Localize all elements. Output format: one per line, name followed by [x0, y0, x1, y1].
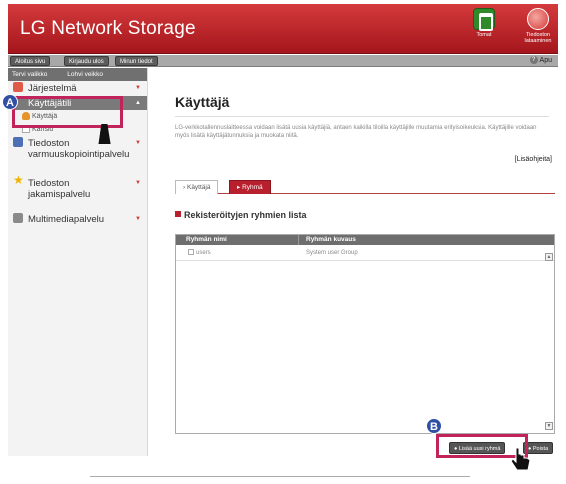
help-icon: ?	[529, 56, 538, 65]
users-label: Tomat	[476, 32, 492, 38]
sidebar-item-system[interactable]: Järjestelmä ▼	[8, 81, 147, 96]
logout-button[interactable]: Kirjaudu ulos	[64, 56, 109, 66]
row-checkbox[interactable]	[188, 249, 194, 255]
more-info-link[interactable]: [Lisäohjeita]	[515, 156, 552, 163]
chevron-up-icon: ▲	[135, 100, 141, 106]
help-link[interactable]: ? Apu	[529, 55, 552, 67]
app-title: LG Network Storage	[20, 18, 196, 39]
media-icon	[13, 213, 23, 223]
main-content: Käyttäjä LG-verkkotallennuslaitteessa vo…	[149, 68, 558, 456]
chevron-down-icon: ▼	[135, 180, 141, 186]
sidebar-item-media[interactable]: Multimediapalvelu ▼	[8, 212, 147, 226]
section-title-label: Rekisteröityjen ryhmien lista	[184, 210, 307, 220]
download-icon	[527, 8, 549, 30]
page-title: Käyttäjä	[175, 94, 230, 110]
home-button[interactable]: Aloitus sivu	[10, 56, 51, 66]
sidebar-item-label: Järjestelmä	[28, 83, 77, 94]
bullet-icon	[175, 211, 181, 217]
column-header-description[interactable]: Ryhmän kuvaus	[306, 235, 356, 245]
tab-group[interactable]: ▸ Ryhmä	[229, 180, 271, 194]
help-label: Apu	[539, 57, 552, 64]
sidebar-item-label: Tiedoston	[28, 138, 70, 149]
download-button[interactable]: Tiedoston lataaminen	[516, 8, 560, 44]
section-title: Rekisteröityjen ryhmien lista	[175, 210, 307, 220]
sidebar-item-sharing[interactable]: ★ Tiedoston jakamispalvelu ▼	[8, 173, 147, 212]
group-name: users	[196, 250, 211, 256]
group-name-cell: users	[188, 245, 211, 261]
table-row[interactable]: users System user Group	[176, 245, 554, 261]
tab-label: Käyttäjä	[186, 184, 211, 191]
scroll-down-button[interactable]: ▼	[545, 422, 553, 430]
sidebar-item-backup[interactable]: Tiedoston varmuuskopiointipalvelu ▼	[8, 136, 147, 176]
chevron-down-icon: ▼	[135, 216, 141, 222]
tab-bar: › Käyttäjä ▸ Ryhmä	[175, 180, 555, 194]
sidebar-item-label-2: jakamispalvelu	[28, 189, 91, 200]
page-description: LG-verkkotallennuslaitteessa voidaan lis…	[175, 125, 537, 139]
star-icon: ★	[13, 173, 24, 187]
sidebar-item-label: Tiedoston	[28, 178, 70, 189]
app-header: LG Network Storage Tomat Tiedoston lataa…	[8, 4, 558, 54]
users-icon	[473, 8, 495, 31]
sidebar-toggle-bar[interactable]: Tervi valikko Lohvi veikko	[8, 68, 147, 81]
column-divider	[298, 235, 299, 245]
bottom-divider	[90, 476, 470, 477]
title-divider	[175, 116, 549, 117]
my-info-button[interactable]: Minun tiedot	[115, 56, 158, 66]
system-icon	[13, 82, 23, 92]
users-button[interactable]: Tomat	[462, 8, 506, 38]
tab-user[interactable]: › Käyttäjä	[175, 180, 219, 194]
scroll-up-button[interactable]: ▲	[545, 253, 553, 261]
callout-b: B	[426, 418, 442, 434]
expand-menu-link[interactable]: Tervi valikko	[12, 71, 47, 78]
backup-icon	[13, 137, 23, 147]
group-table: Ryhmän nimi Ryhmän kuvaus users System u…	[175, 234, 555, 434]
sidebar-item-label: Multimediapalvelu	[28, 214, 105, 225]
table-header: Ryhmän nimi Ryhmän kuvaus	[176, 235, 554, 245]
chevron-down-icon: ▼	[135, 85, 141, 91]
sidebar-item-label-2: varmuuskopiointipalvelu	[28, 149, 130, 160]
chevron-down-icon: ▼	[135, 140, 141, 146]
callout-a: A	[2, 94, 18, 110]
download-label: Tiedoston lataaminen	[524, 32, 552, 44]
toolbar: Aloitus sivu Kirjaudu ulos Minun tiedot …	[8, 55, 558, 67]
collapse-menu-link[interactable]: Lohvi veikko	[67, 71, 103, 78]
hand-cursor-graphic	[510, 447, 531, 471]
column-header-name[interactable]: Ryhmän nimi	[186, 235, 227, 245]
tab-label: Ryhmä	[242, 184, 263, 191]
delete-label: Poista	[532, 446, 549, 452]
group-desc-cell: System user Group	[306, 250, 358, 256]
